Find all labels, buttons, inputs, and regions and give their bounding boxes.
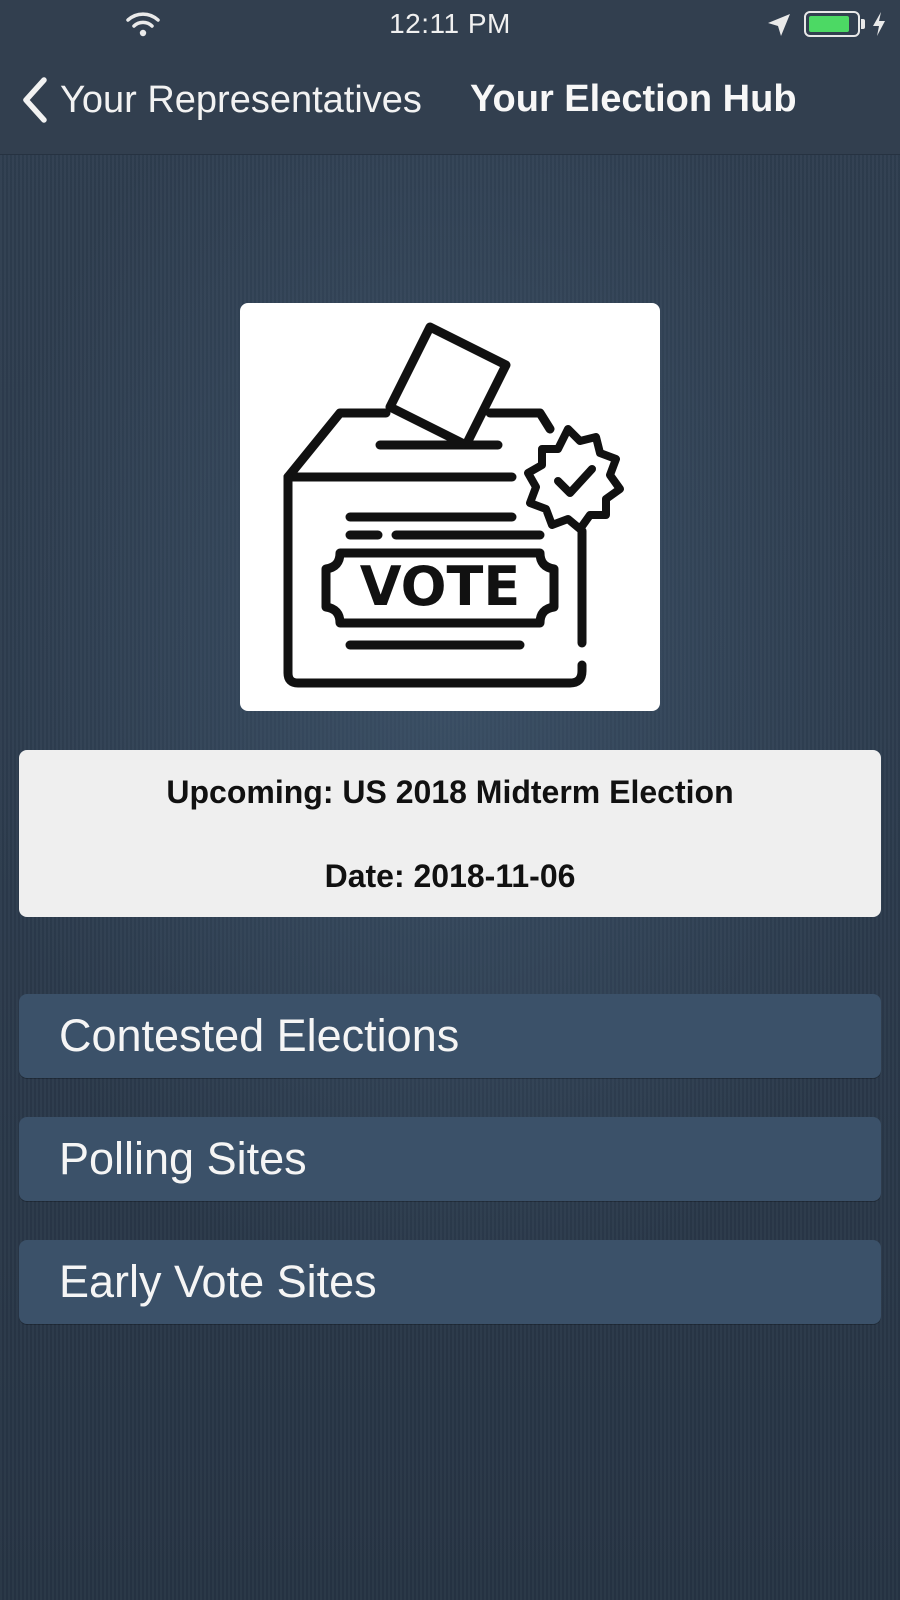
battery-icon: [804, 11, 860, 37]
location-arrow-icon: [768, 14, 790, 36]
back-button-label: Your Representatives: [60, 78, 422, 121]
chevron-left-icon: [23, 77, 47, 123]
ballot-box-vote-icon: VOTE: [283, 322, 624, 688]
early-vote-sites-button[interactable]: Early Vote Sites: [19, 1240, 881, 1324]
status-time: 12:11 PM: [389, 8, 511, 39]
back-button[interactable]: Your Representatives: [16, 70, 422, 130]
menu-button-label: Polling Sites: [59, 1133, 307, 1184]
page-title: Your Election Hub: [470, 78, 797, 120]
election-info-card: Upcoming: US 2018 Midterm Election Date:…: [19, 750, 881, 917]
election-date: Date: 2018-11-06: [324, 858, 576, 894]
election-name: Upcoming: US 2018 Midterm Election: [166, 774, 734, 810]
menu-button-label: Early Vote Sites: [59, 1256, 377, 1307]
ballot-box-image: VOTE: [240, 303, 660, 711]
contested-elections-button[interactable]: Contested Elections: [19, 994, 881, 1078]
charging-bolt-icon: [873, 12, 885, 36]
polling-sites-button[interactable]: Polling Sites: [19, 1117, 881, 1201]
top-bar: 12:11 PM Your Representatives Your Elect…: [0, 0, 900, 155]
battery-level: [809, 16, 850, 32]
navigation-bar: Your Representatives Your Election Hub: [0, 50, 900, 154]
vote-image-text: VOTE: [360, 555, 520, 618]
menu-button-label: Contested Elections: [59, 1010, 460, 1061]
battery-nub: [861, 19, 865, 29]
status-bar: 12:11 PM: [0, 0, 900, 50]
